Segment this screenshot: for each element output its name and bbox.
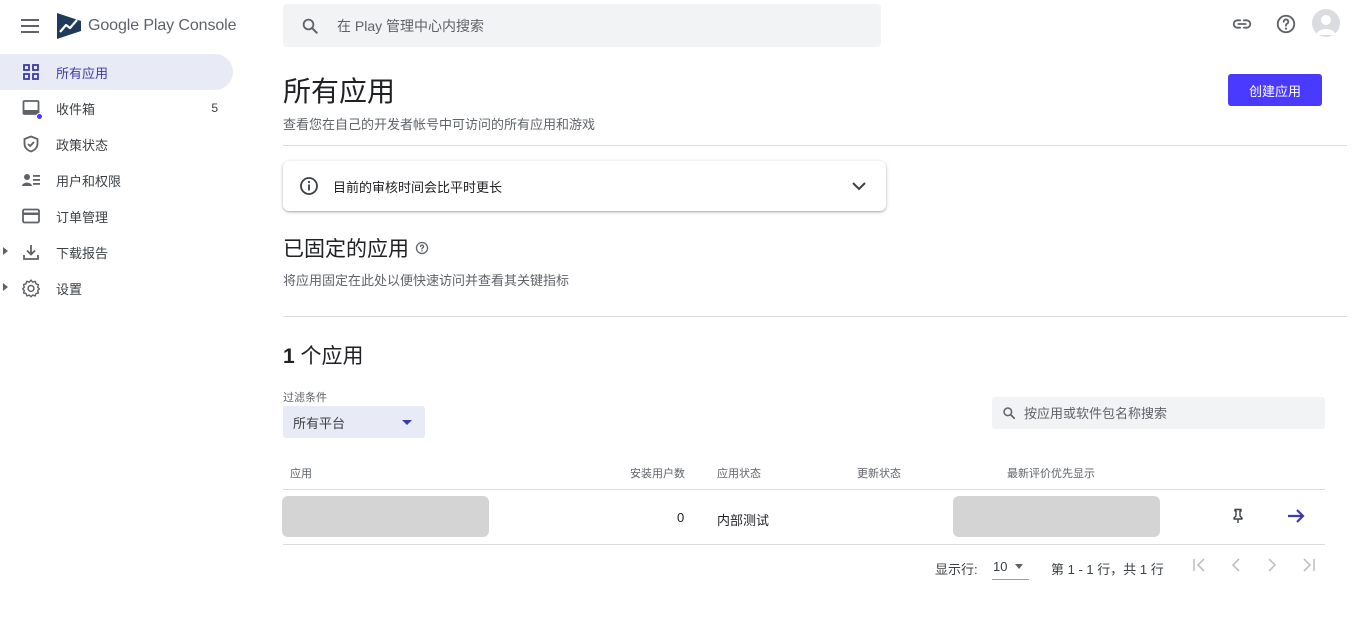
rating-redacted xyxy=(953,496,1160,537)
next-page-button[interactable] xyxy=(1260,553,1284,577)
sidebar-item-users-permissions[interactable]: 用户和权限 xyxy=(0,162,233,198)
column-header-update-status[interactable]: 更新状态 xyxy=(857,465,901,481)
help-button[interactable] xyxy=(1274,12,1298,36)
download-icon xyxy=(21,242,41,262)
column-header-app-status[interactable]: 应用状态 xyxy=(717,465,761,481)
table-header-divider xyxy=(283,489,1325,490)
rows-per-page-value: 10 xyxy=(993,559,1008,574)
sidebar-item-label: 订单管理 xyxy=(56,209,109,225)
sidebar-item-label: 用户和权限 xyxy=(56,173,122,189)
sidebar-item-settings[interactable]: 设置 xyxy=(0,270,233,306)
person-icon xyxy=(1316,15,1336,35)
search-icon xyxy=(302,18,318,34)
chevron-left-icon xyxy=(1231,558,1240,572)
link-icon xyxy=(1232,19,1252,29)
chevron-right-icon xyxy=(1268,558,1277,572)
pinned-apps-subtitle: 将应用固定在此处以便快速访问并查看其关键指标 xyxy=(283,273,570,288)
play-console-logo-icon xyxy=(57,13,81,39)
menu-button[interactable] xyxy=(18,14,42,38)
sidebar-item-order-management[interactable]: 订单管理 xyxy=(0,198,233,234)
installs-cell: 0 xyxy=(677,510,685,525)
last-page-icon xyxy=(1303,558,1315,572)
app-count-suffix: 个应用 xyxy=(294,345,364,368)
unread-dot xyxy=(36,113,43,120)
sidebar-item-all-apps[interactable]: 所有应用 xyxy=(0,54,233,90)
menu-icon xyxy=(21,19,39,33)
app-count-number: 1 xyxy=(283,345,295,368)
help-icon[interactable] xyxy=(415,241,429,255)
play-console-logo[interactable]: Google Play Console xyxy=(56,12,237,40)
page-subtitle: 查看您在自己的开发者帐号中可访问的所有应用和游戏 xyxy=(283,117,596,132)
arrow-right-icon xyxy=(1288,509,1305,523)
account-avatar[interactable] xyxy=(1312,9,1340,37)
open-app-button[interactable] xyxy=(1284,504,1308,528)
app-search-input[interactable] xyxy=(1024,405,1314,421)
inbox-icon xyxy=(21,98,43,120)
sidebar-item-download-reports[interactable]: 下载报告 xyxy=(0,234,233,270)
rows-per-page-select[interactable]: 10 xyxy=(992,556,1029,580)
sidebar: 所有应用 收件箱 5 政策状态 用户和权限 订单管理 下载报告 设置 xyxy=(0,54,240,306)
first-page-icon xyxy=(1193,558,1205,572)
app-count-heading: 1 个应用 xyxy=(283,340,364,370)
first-page-button[interactable] xyxy=(1188,553,1212,577)
copy-link-button[interactable] xyxy=(1230,12,1254,36)
column-header-latest-rating[interactable]: 最新评价优先显示 xyxy=(1007,465,1095,481)
column-header-app[interactable]: 应用 xyxy=(290,465,312,481)
help-icon xyxy=(1276,14,1296,34)
dropdown-arrow-icon xyxy=(1015,564,1023,569)
shield-icon xyxy=(21,134,41,154)
expand-caret-icon[interactable] xyxy=(3,247,8,255)
create-app-button[interactable]: 创建应用 xyxy=(1228,74,1322,106)
platform-filter-select[interactable]: 所有平台 xyxy=(283,406,425,438)
sidebar-item-label: 下载报告 xyxy=(56,245,109,261)
dropdown-arrow-icon xyxy=(402,420,412,425)
expand-caret-icon[interactable] xyxy=(3,283,8,291)
last-page-button[interactable] xyxy=(1296,553,1320,577)
filter-label: 过滤条件 xyxy=(283,392,327,404)
divider xyxy=(283,316,1347,317)
column-header-installs[interactable]: 安装用户数 xyxy=(630,465,685,481)
info-icon xyxy=(300,177,318,195)
grid-icon xyxy=(21,62,41,82)
app-info-redacted[interactable] xyxy=(282,496,489,537)
sidebar-item-label: 收件箱 xyxy=(56,101,96,117)
search-icon xyxy=(1003,407,1016,420)
pagination-range: 第 1 - 1 行，共 1 行 xyxy=(1051,562,1164,577)
page-title: 所有应用 xyxy=(283,76,396,107)
pinned-apps-title: 已固定的应用 xyxy=(283,238,409,261)
divider xyxy=(283,145,1347,146)
chevron-down-icon[interactable] xyxy=(848,175,870,202)
global-search[interactable] xyxy=(283,4,881,47)
app-search[interactable] xyxy=(992,397,1325,429)
logo-text: Google Play Console xyxy=(88,17,237,34)
app-status-cell: 内部测试 xyxy=(717,513,770,528)
users-icon xyxy=(21,170,41,190)
sidebar-item-label: 政策状态 xyxy=(56,137,109,153)
global-search-input[interactable] xyxy=(337,17,837,34)
notice-text: 目前的审核时间会比平时更长 xyxy=(333,179,503,195)
sidebar-item-label: 所有应用 xyxy=(56,65,109,81)
review-time-notice[interactable]: 目前的审核时间会比平时更长 xyxy=(283,161,886,211)
pin-icon xyxy=(1233,508,1243,523)
credit-card-icon xyxy=(21,206,41,226)
table-row-divider xyxy=(283,544,1325,545)
gear-icon xyxy=(21,278,41,298)
inbox-count: 5 xyxy=(211,101,218,115)
sidebar-item-label: 设置 xyxy=(56,281,83,297)
platform-filter-value: 所有平台 xyxy=(293,415,346,431)
pin-app-button[interactable] xyxy=(1226,504,1250,528)
sidebar-item-policy-status[interactable]: 政策状态 xyxy=(0,126,233,162)
rows-per-page-label: 显示行: xyxy=(935,562,978,577)
previous-page-button[interactable] xyxy=(1224,553,1248,577)
pinned-apps-heading: 已固定的应用 xyxy=(283,233,429,263)
sidebar-item-inbox[interactable]: 收件箱 5 xyxy=(0,90,233,126)
